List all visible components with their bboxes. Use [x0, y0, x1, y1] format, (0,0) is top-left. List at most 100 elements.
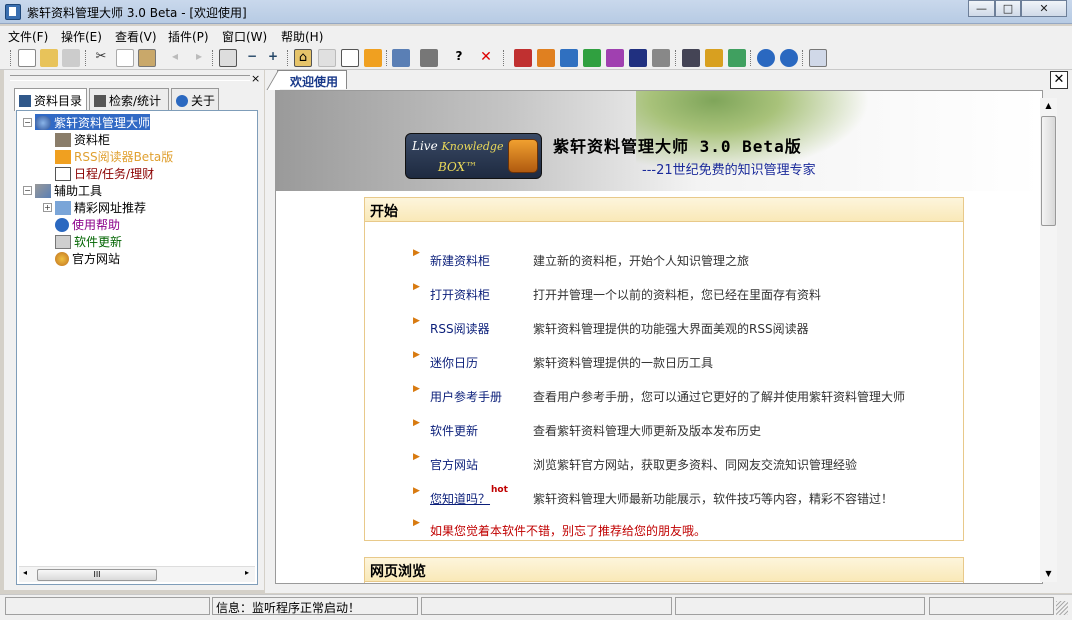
status-pane-empty: [421, 597, 672, 615]
scroll-up-arrow-icon[interactable]: ▲: [1040, 98, 1057, 114]
document-vertical-scrollbar[interactable]: ▲ ▼: [1040, 98, 1057, 582]
color-red-icon[interactable]: [514, 49, 532, 67]
recommend-text[interactable]: 如果您觉着本软件不错，别忘了推荐给您的朋友哦。: [430, 522, 706, 539]
tree-horizontal-scrollbar[interactable]: ◂ III ▸: [19, 566, 255, 582]
tree-item-root[interactable]: 紫轩资料管理大师: [35, 114, 151, 130]
home-icon[interactable]: ⌂: [294, 49, 312, 67]
close-document-button[interactable]: ✕: [1050, 71, 1068, 89]
color-green-icon[interactable]: [583, 49, 601, 67]
mini-calendar-link[interactable]: 迷你日历: [430, 354, 478, 371]
bullet-arrow-icon: ▶: [413, 350, 420, 360]
tree-item-cabinet[interactable]: 资料柜: [55, 131, 110, 147]
wrench-icon: [35, 184, 51, 198]
logo-text-box: BOX™: [438, 160, 478, 174]
tree-item-links[interactable]: 精彩网址推荐: [55, 199, 146, 215]
cabinet-icon: [55, 133, 71, 147]
product-logo: Live Knowledge BOX™: [405, 133, 542, 179]
help-icon: [55, 218, 69, 232]
scroll-left-arrow-icon[interactable]: ◂: [23, 568, 27, 577]
resize-grip-icon[interactable]: [1056, 601, 1068, 615]
scroll-right-arrow-icon[interactable]: ▸: [245, 568, 249, 577]
tree-item-website[interactable]: 官方网站: [55, 250, 120, 266]
undo-disabled-icon[interactable]: ◂: [166, 49, 184, 67]
cut-icon[interactable]: ✂: [92, 49, 110, 67]
back-icon[interactable]: [757, 49, 775, 67]
note-icon[interactable]: [809, 49, 827, 67]
section-web-browsing: 网页浏览: [364, 557, 964, 583]
rss-icon[interactable]: [364, 49, 382, 67]
menu-file[interactable]: 文件(F): [8, 28, 48, 45]
collapse-toggle[interactable]: −: [23, 118, 32, 127]
tree-item-update[interactable]: 软件更新: [55, 233, 122, 249]
redo-disabled-icon[interactable]: ▸: [190, 49, 208, 67]
delete-icon[interactable]: ✕: [477, 49, 495, 67]
menu-plugin[interactable]: 插件(P): [168, 28, 209, 45]
tab-catalog[interactable]: 资料目录: [14, 88, 87, 111]
tab-welcome[interactable]: 欢迎使用: [277, 70, 348, 89]
tree-item-tools[interactable]: 辅助工具: [35, 182, 102, 198]
toolbar-separator: [750, 50, 752, 66]
forward-icon[interactable]: [780, 49, 798, 67]
new-cabinet-link[interactable]: 新建资料柜: [430, 252, 490, 269]
tree-item-rss[interactable]: RSS阅读器Beta版: [55, 148, 173, 164]
item-description: 紫轩资料管理大师最新功能展示，软件技巧等内容，精彩不容错过！: [533, 492, 894, 506]
minus-icon[interactable]: −: [243, 49, 261, 67]
scroll-down-arrow-icon[interactable]: ▼: [1040, 566, 1057, 582]
paste-icon[interactable]: [138, 49, 156, 67]
color-orange-icon[interactable]: [537, 49, 555, 67]
close-window-button[interactable]: ✕: [1021, 0, 1067, 17]
rss-reader-link[interactable]: RSS阅读器: [430, 320, 490, 337]
export-icon[interactable]: [392, 49, 410, 67]
official-site-link[interactable]: 官方网站: [430, 456, 478, 473]
collapse-toggle[interactable]: −: [23, 186, 32, 195]
color-purple-icon[interactable]: [606, 49, 624, 67]
print-icon[interactable]: [420, 49, 438, 67]
scroll-thumb[interactable]: III: [37, 569, 157, 581]
tab-search[interactable]: 检索/统计: [89, 88, 169, 110]
item-description: 打开并管理一个以前的资料柜，您已经在里面存有资料: [533, 288, 822, 302]
panel-grip[interactable]: [10, 75, 250, 81]
status-pane-empty: [675, 597, 925, 615]
menu-bar: 文件(F) 操作(E) 查看(V) 插件(P) 窗口(W) 帮助(H): [0, 26, 1072, 46]
bullet-arrow-icon: ▶: [413, 418, 420, 428]
tab-about[interactable]: 关于: [171, 88, 219, 110]
bullet-arrow-icon: ▶: [413, 452, 420, 462]
blank-doc-icon[interactable]: [318, 49, 336, 67]
binoculars-icon[interactable]: [682, 49, 700, 67]
color-navy-icon[interactable]: [629, 49, 647, 67]
section-heading: 开始: [365, 198, 963, 222]
menu-view[interactable]: 查看(V): [115, 28, 157, 45]
user-manual-link[interactable]: 用户参考手册: [430, 388, 502, 405]
scroll-thumb[interactable]: [1041, 116, 1056, 226]
did-you-know-link[interactable]: 您知道吗？: [430, 490, 490, 507]
item-description: 紫轩资料管理提供的功能强大界面美观的RSS阅读器: [533, 322, 809, 336]
tree-item-label: 辅助工具: [54, 184, 103, 198]
open-folder-icon[interactable]: [40, 49, 58, 67]
item-description: 查看用户参考手册，您可以通过它更好的了解并使用紫轩资料管理大师: [533, 390, 906, 404]
color-blue-icon[interactable]: [560, 49, 578, 67]
refresh-icon[interactable]: [728, 49, 746, 67]
menu-action[interactable]: 操作(E): [61, 28, 102, 45]
panel-toggle-icon[interactable]: [219, 49, 237, 67]
maximize-button[interactable]: □: [995, 0, 1021, 17]
menu-help[interactable]: 帮助(H): [281, 28, 323, 45]
calendar-icon[interactable]: [341, 49, 359, 67]
software-update-link[interactable]: 软件更新: [430, 422, 478, 439]
tree-item-schedule[interactable]: 日程/任务/理财: [55, 165, 154, 181]
new-icon[interactable]: [18, 49, 36, 67]
copy-icon[interactable]: [116, 49, 134, 67]
highlight-icon[interactable]: [705, 49, 723, 67]
menu-window[interactable]: 窗口(W): [222, 28, 267, 45]
status-pane-empty: [5, 597, 210, 615]
save-disabled-icon[interactable]: [62, 49, 80, 67]
expand-toggle[interactable]: +: [43, 203, 52, 212]
color-gray-icon[interactable]: [652, 49, 670, 67]
plus-icon[interactable]: +: [264, 49, 282, 67]
catalog-icon: [19, 95, 31, 107]
title-bar: 紫轩资料管理大师 3.0 Beta - [欢迎使用] — □ ✕: [0, 0, 1072, 24]
open-cabinet-link[interactable]: 打开资料柜: [430, 286, 490, 303]
minimize-button[interactable]: —: [968, 0, 995, 17]
tree-item-help[interactable]: 使用帮助: [55, 216, 120, 232]
panel-close-button[interactable]: ×: [251, 72, 260, 85]
help-icon[interactable]: ?: [450, 49, 468, 67]
